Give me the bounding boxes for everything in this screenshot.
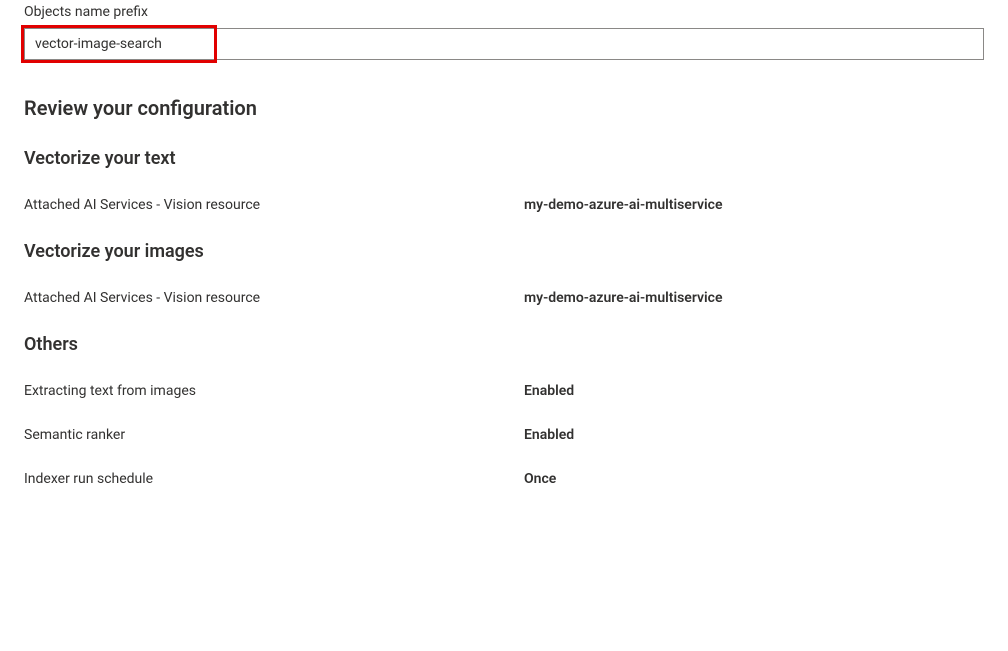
semantic-ranker-value: Enabled (524, 427, 574, 443)
extracting-text-value: Enabled (524, 383, 574, 399)
indexer-schedule-value: Once (524, 471, 556, 487)
others-heading: Others (24, 334, 984, 355)
vectorize-text-resource-label: Attached AI Services - Vision resource (24, 197, 524, 213)
vectorize-images-resource-label: Attached AI Services - Vision resource (24, 290, 524, 306)
table-row: Semantic ranker Enabled (24, 427, 984, 443)
vectorize-images-resource-value: my-demo-azure-ai-multiservice (524, 290, 723, 306)
others-section: Others Extracting text from images Enabl… (24, 334, 984, 487)
indexer-schedule-label: Indexer run schedule (24, 471, 524, 487)
objects-name-prefix-label: Objects name prefix (24, 4, 984, 20)
vectorize-text-resource-value: my-demo-azure-ai-multiservice (524, 197, 723, 213)
table-row: Indexer run schedule Once (24, 471, 984, 487)
extracting-text-label: Extracting text from images (24, 383, 524, 399)
vectorize-images-heading: Vectorize your images (24, 241, 984, 262)
semantic-ranker-label: Semantic ranker (24, 427, 524, 443)
objects-name-prefix-wrapper (24, 28, 984, 60)
review-configuration-heading: Review your configuration (24, 96, 984, 120)
vectorize-text-section: Vectorize your text Attached AI Services… (24, 148, 984, 213)
vectorize-images-section: Vectorize your images Attached AI Servic… (24, 241, 984, 306)
table-row: Attached AI Services - Vision resource m… (24, 197, 984, 213)
objects-name-prefix-input[interactable] (24, 28, 984, 60)
vectorize-text-heading: Vectorize your text (24, 148, 984, 169)
table-row: Attached AI Services - Vision resource m… (24, 290, 984, 306)
table-row: Extracting text from images Enabled (24, 383, 984, 399)
